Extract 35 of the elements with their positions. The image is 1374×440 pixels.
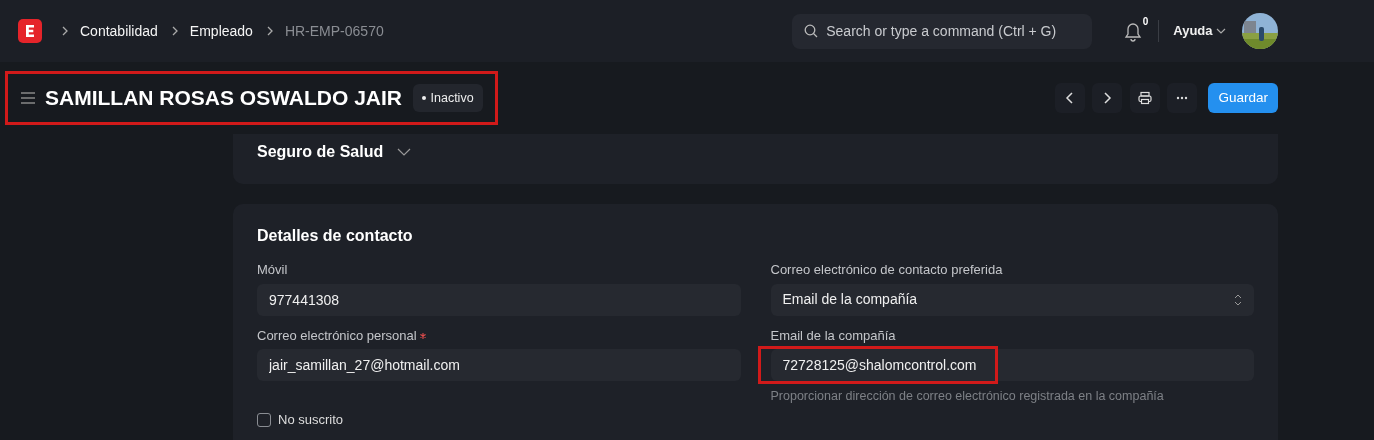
notification-count: 0 bbox=[1142, 15, 1149, 30]
search-icon bbox=[804, 23, 819, 38]
field-label: Móvil bbox=[257, 262, 288, 277]
logo-icon[interactable] bbox=[18, 19, 42, 43]
status-badge: Inactivo bbox=[412, 83, 483, 113]
breadcrumb-link[interactable]: Contabilidad bbox=[80, 20, 158, 42]
chevron-right-icon bbox=[265, 25, 274, 37]
chevron-right-icon bbox=[170, 25, 179, 37]
field-help-text: Proporcionar dirección de correo electrónico registrada en la compañía bbox=[770, 388, 1165, 405]
chevron-down-icon[interactable] bbox=[397, 148, 412, 156]
select-arrows-icon bbox=[1234, 293, 1242, 306]
bell-icon[interactable] bbox=[1124, 21, 1143, 42]
caret-icon bbox=[1216, 28, 1226, 34]
record-title: SAMILLAN ROSAS OSWALDO JAIR bbox=[45, 85, 402, 112]
chevron-right-button[interactable] bbox=[1092, 83, 1123, 113]
checkbox-label: No suscrito bbox=[278, 410, 344, 429]
select-field[interactable]: Email de la compañía bbox=[770, 283, 1254, 316]
chevron-left-button[interactable] bbox=[1054, 83, 1085, 113]
input-field[interactable]: 977441308 bbox=[257, 283, 741, 316]
search-field[interactable]: Search or type a command (Ctrl + G) bbox=[792, 13, 1093, 49]
printer-button[interactable] bbox=[1129, 83, 1160, 113]
input-field[interactable]: 72728125@shalomcontrol.com bbox=[770, 349, 1254, 381]
breadcrumb-link[interactable]: Empleado bbox=[189, 20, 253, 42]
printer-icon bbox=[1137, 91, 1152, 105]
menu-icon[interactable] bbox=[20, 91, 36, 105]
input-field[interactable]: jair_samillan_27@hotmail.com bbox=[257, 349, 741, 381]
field-label: Email de la compañía bbox=[770, 327, 896, 343]
field-label: Correo electrónico de contacto preferida bbox=[770, 262, 1003, 277]
help-dropdown[interactable]: Ayuda bbox=[1173, 21, 1226, 41]
field-label: Correo electrónico personal bbox=[257, 327, 417, 343]
breadcrumb-link[interactable]: HR-EMP-06570 bbox=[284, 20, 384, 42]
chevron-right-icon bbox=[61, 25, 69, 37]
checkbox[interactable] bbox=[257, 412, 271, 427]
section-title[interactable]: Seguro de Salud bbox=[257, 140, 384, 164]
section-title: Detalles de contacto bbox=[257, 226, 413, 246]
